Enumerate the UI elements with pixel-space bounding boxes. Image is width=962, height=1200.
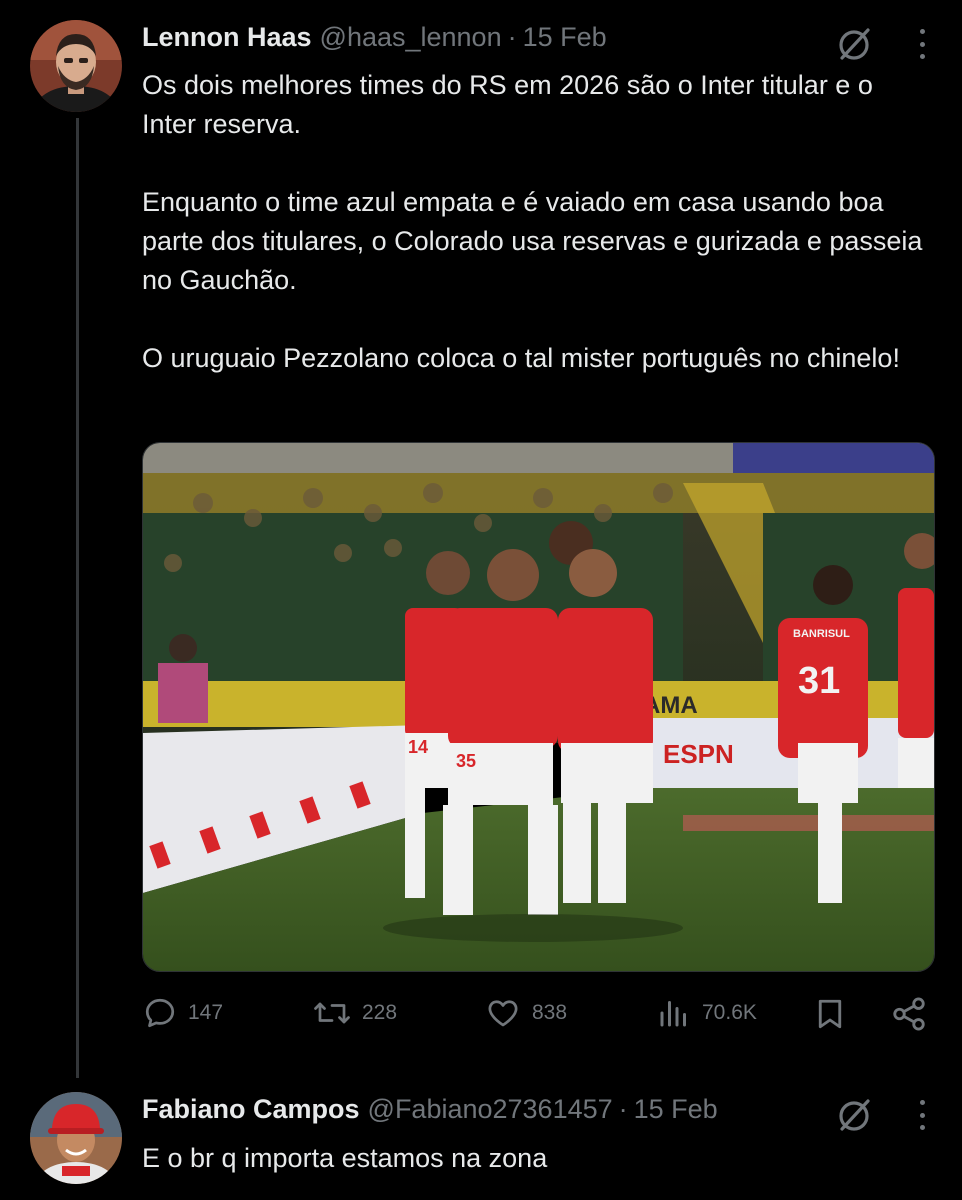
separator-dot: ·	[618, 1094, 628, 1124]
reply-header-actions	[834, 1095, 926, 1135]
reply-icon	[145, 998, 175, 1028]
reply-count: 147	[188, 1001, 224, 1024]
reply-header: Fabiano Campos @Fabiano27361457 · 15 Feb	[142, 1094, 718, 1125]
svg-text:BANRISUL: BANRISUL	[793, 628, 850, 640]
thread-connector-line	[76, 118, 79, 1078]
more-icon[interactable]	[918, 29, 926, 59]
reply-author-avatar[interactable]	[30, 1092, 122, 1184]
share-button[interactable]	[890, 995, 928, 1033]
tweet-text: Os dois melhores times do RS em 2026 são…	[142, 66, 932, 378]
author-handle[interactable]: @haas_lennon	[320, 22, 502, 53]
tweet-date[interactable]: 15 Feb	[523, 22, 607, 53]
grok-icon[interactable]	[834, 1095, 874, 1135]
tweet-action-bar: 147 228 838 70.6K	[142, 995, 942, 1041]
tweet-header: Lennon Haas @haas_lennon · 15 Feb	[142, 22, 607, 53]
share-icon	[893, 997, 925, 1031]
like-count: 838	[532, 1001, 568, 1024]
views-count: 70.6K	[702, 1001, 757, 1024]
svg-text:31: 31	[798, 660, 840, 702]
reply-button[interactable]: 147	[142, 995, 223, 1031]
views-button[interactable]: 70.6K	[656, 995, 757, 1031]
heart-icon	[488, 1000, 518, 1027]
reply-text: E o br q importa estamos na zona	[142, 1143, 548, 1173]
grok-icon[interactable]	[834, 24, 874, 64]
svg-text:35: 35	[456, 751, 476, 771]
separator-dot: ·	[507, 22, 517, 52]
svg-text:ESPN: ESPN	[663, 739, 734, 769]
tweet-header-actions	[834, 24, 926, 64]
repost-count: 228	[362, 1001, 398, 1024]
tweet-photo[interactable]: AMA ESPN 14 35 31 BANRISUL	[142, 442, 935, 972]
bookmark-button[interactable]	[812, 995, 848, 1033]
repost-button[interactable]: 228	[312, 995, 397, 1031]
tweet-paragraph: Os dois melhores times do RS em 2026 são…	[142, 70, 873, 139]
reply-author-handle[interactable]: @Fabiano27361457	[368, 1094, 613, 1125]
reply-date[interactable]: 15 Feb	[634, 1094, 718, 1125]
author-name[interactable]: Lennon Haas	[142, 22, 312, 53]
views-icon	[660, 1001, 686, 1027]
tweet-paragraph: Enquanto o time azul empata e é vaiado e…	[142, 187, 923, 295]
more-icon[interactable]	[918, 1100, 926, 1130]
bookmark-icon	[818, 999, 842, 1029]
tweet-paragraph: O uruguaio Pezzolano coloca o tal mister…	[142, 343, 900, 373]
author-avatar[interactable]	[30, 20, 122, 112]
reply-author-name[interactable]: Fabiano Campos	[142, 1094, 360, 1125]
repost-icon	[314, 1002, 350, 1024]
like-button[interactable]: 838	[484, 995, 567, 1031]
svg-text:14: 14	[408, 737, 428, 757]
